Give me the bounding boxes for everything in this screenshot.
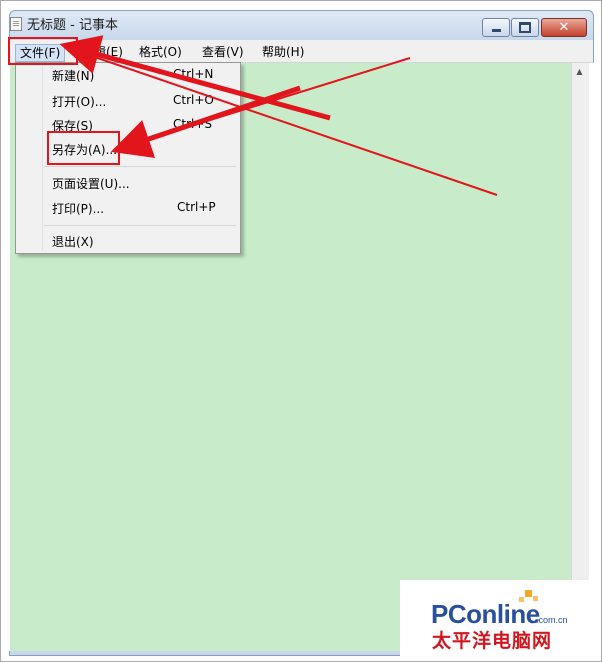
window-title: 无标题 - 记事本 [27, 18, 118, 33]
shortcut-save: Ctrl+S [173, 117, 213, 131]
menu-icon-gutter [42, 64, 43, 250]
menu-edit[interactable]: 编辑(E) [80, 44, 125, 60]
watermark-domain: .com.cn [536, 615, 568, 625]
highlight-file-menu [8, 37, 78, 65]
close-button[interactable]: ✕ [541, 18, 587, 37]
menu-item-print[interactable]: 打印(P)... [52, 200, 104, 217]
minimize-icon [491, 29, 501, 32]
menu-help[interactable]: 帮助(H) [260, 44, 306, 60]
notepad-icon [10, 17, 22, 31]
menu-view[interactable]: 查看(V) [200, 44, 246, 60]
maximize-icon [519, 22, 531, 33]
close-icon: ✕ [558, 20, 570, 35]
maximize-button[interactable] [511, 18, 539, 37]
highlight-save-as [47, 131, 120, 165]
vertical-scrollbar[interactable] [571, 63, 589, 651]
menu-item-page-setup[interactable]: 页面设置(U)... [52, 175, 130, 192]
menu-separator [44, 225, 236, 226]
menu-item-open[interactable]: 打开(O)... [52, 93, 106, 110]
menu-item-new[interactable]: 新建(N) [52, 67, 94, 84]
shortcut-open: Ctrl+O [173, 93, 214, 107]
shortcut-print: Ctrl+P [177, 200, 216, 214]
menu-item-exit[interactable]: 退出(X) [52, 233, 94, 250]
shortcut-new: Ctrl+N [173, 67, 214, 81]
watermark-site-name: 太平洋电脑网 [432, 630, 553, 652]
scroll-up-arrow-icon[interactable]: ▲ [571, 65, 588, 79]
menu-format[interactable]: 格式(O) [137, 44, 184, 60]
menu-separator [44, 166, 236, 167]
minimize-button[interactable] [482, 18, 510, 37]
watermark-pixel-decoration [525, 590, 532, 597]
